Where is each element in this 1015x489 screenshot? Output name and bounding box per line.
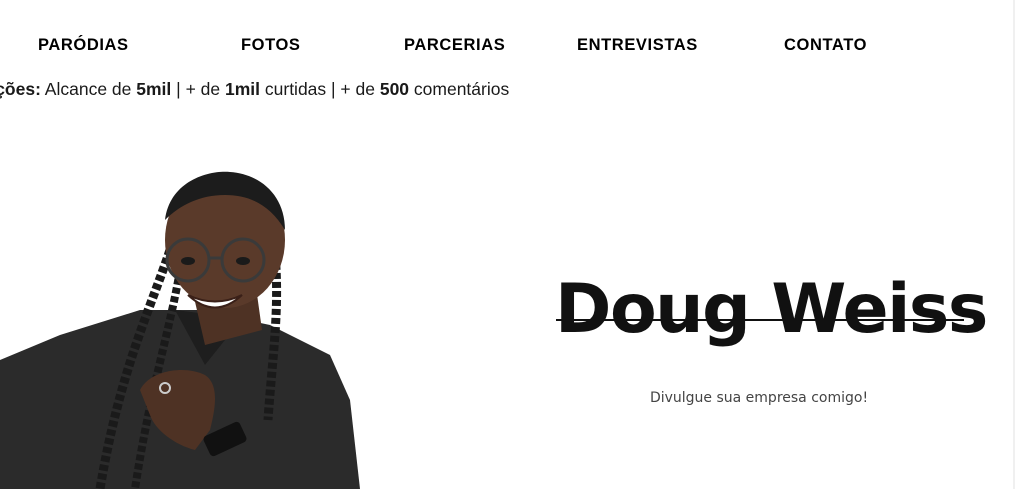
ticker-text-1: Alcance de: [40, 79, 137, 99]
ticker-comments-value: 500: [379, 79, 410, 99]
ticker-likes-value: 1mil: [224, 79, 261, 99]
ticker-lead: licações:: [0, 79, 41, 99]
hero-subtitle: Divulgue sua empresa comigo!: [649, 390, 869, 406]
nav-link-parodias[interactable]: PARÓDIAS: [38, 36, 129, 55]
profile-photo: [0, 171, 360, 489]
nav-link-contato[interactable]: CONTATO: [784, 36, 867, 55]
nav-link-fotos[interactable]: FOTOS: [241, 36, 301, 55]
hero-title: Doug Weiss: [555, 270, 988, 349]
nav-link-entrevistas[interactable]: ENTREVISTAS: [577, 36, 698, 55]
ticker-text-4: comentários: [409, 79, 510, 99]
ticker-text-3: curtidas | + de: [260, 79, 380, 99]
stats-ticker: licações: Alcance de 5mil | + de 1mil cu…: [0, 79, 509, 100]
hero-title-strike-line: [556, 319, 964, 321]
main-nav: PARÓDIAS FOTOS PARCERIAS ENTREVISTAS CON…: [0, 36, 1015, 58]
ticker-text-2: | + de: [171, 79, 225, 99]
ticker-reach-value: 5mil: [136, 79, 172, 99]
nav-link-parcerias[interactable]: PARCERIAS: [404, 36, 505, 55]
